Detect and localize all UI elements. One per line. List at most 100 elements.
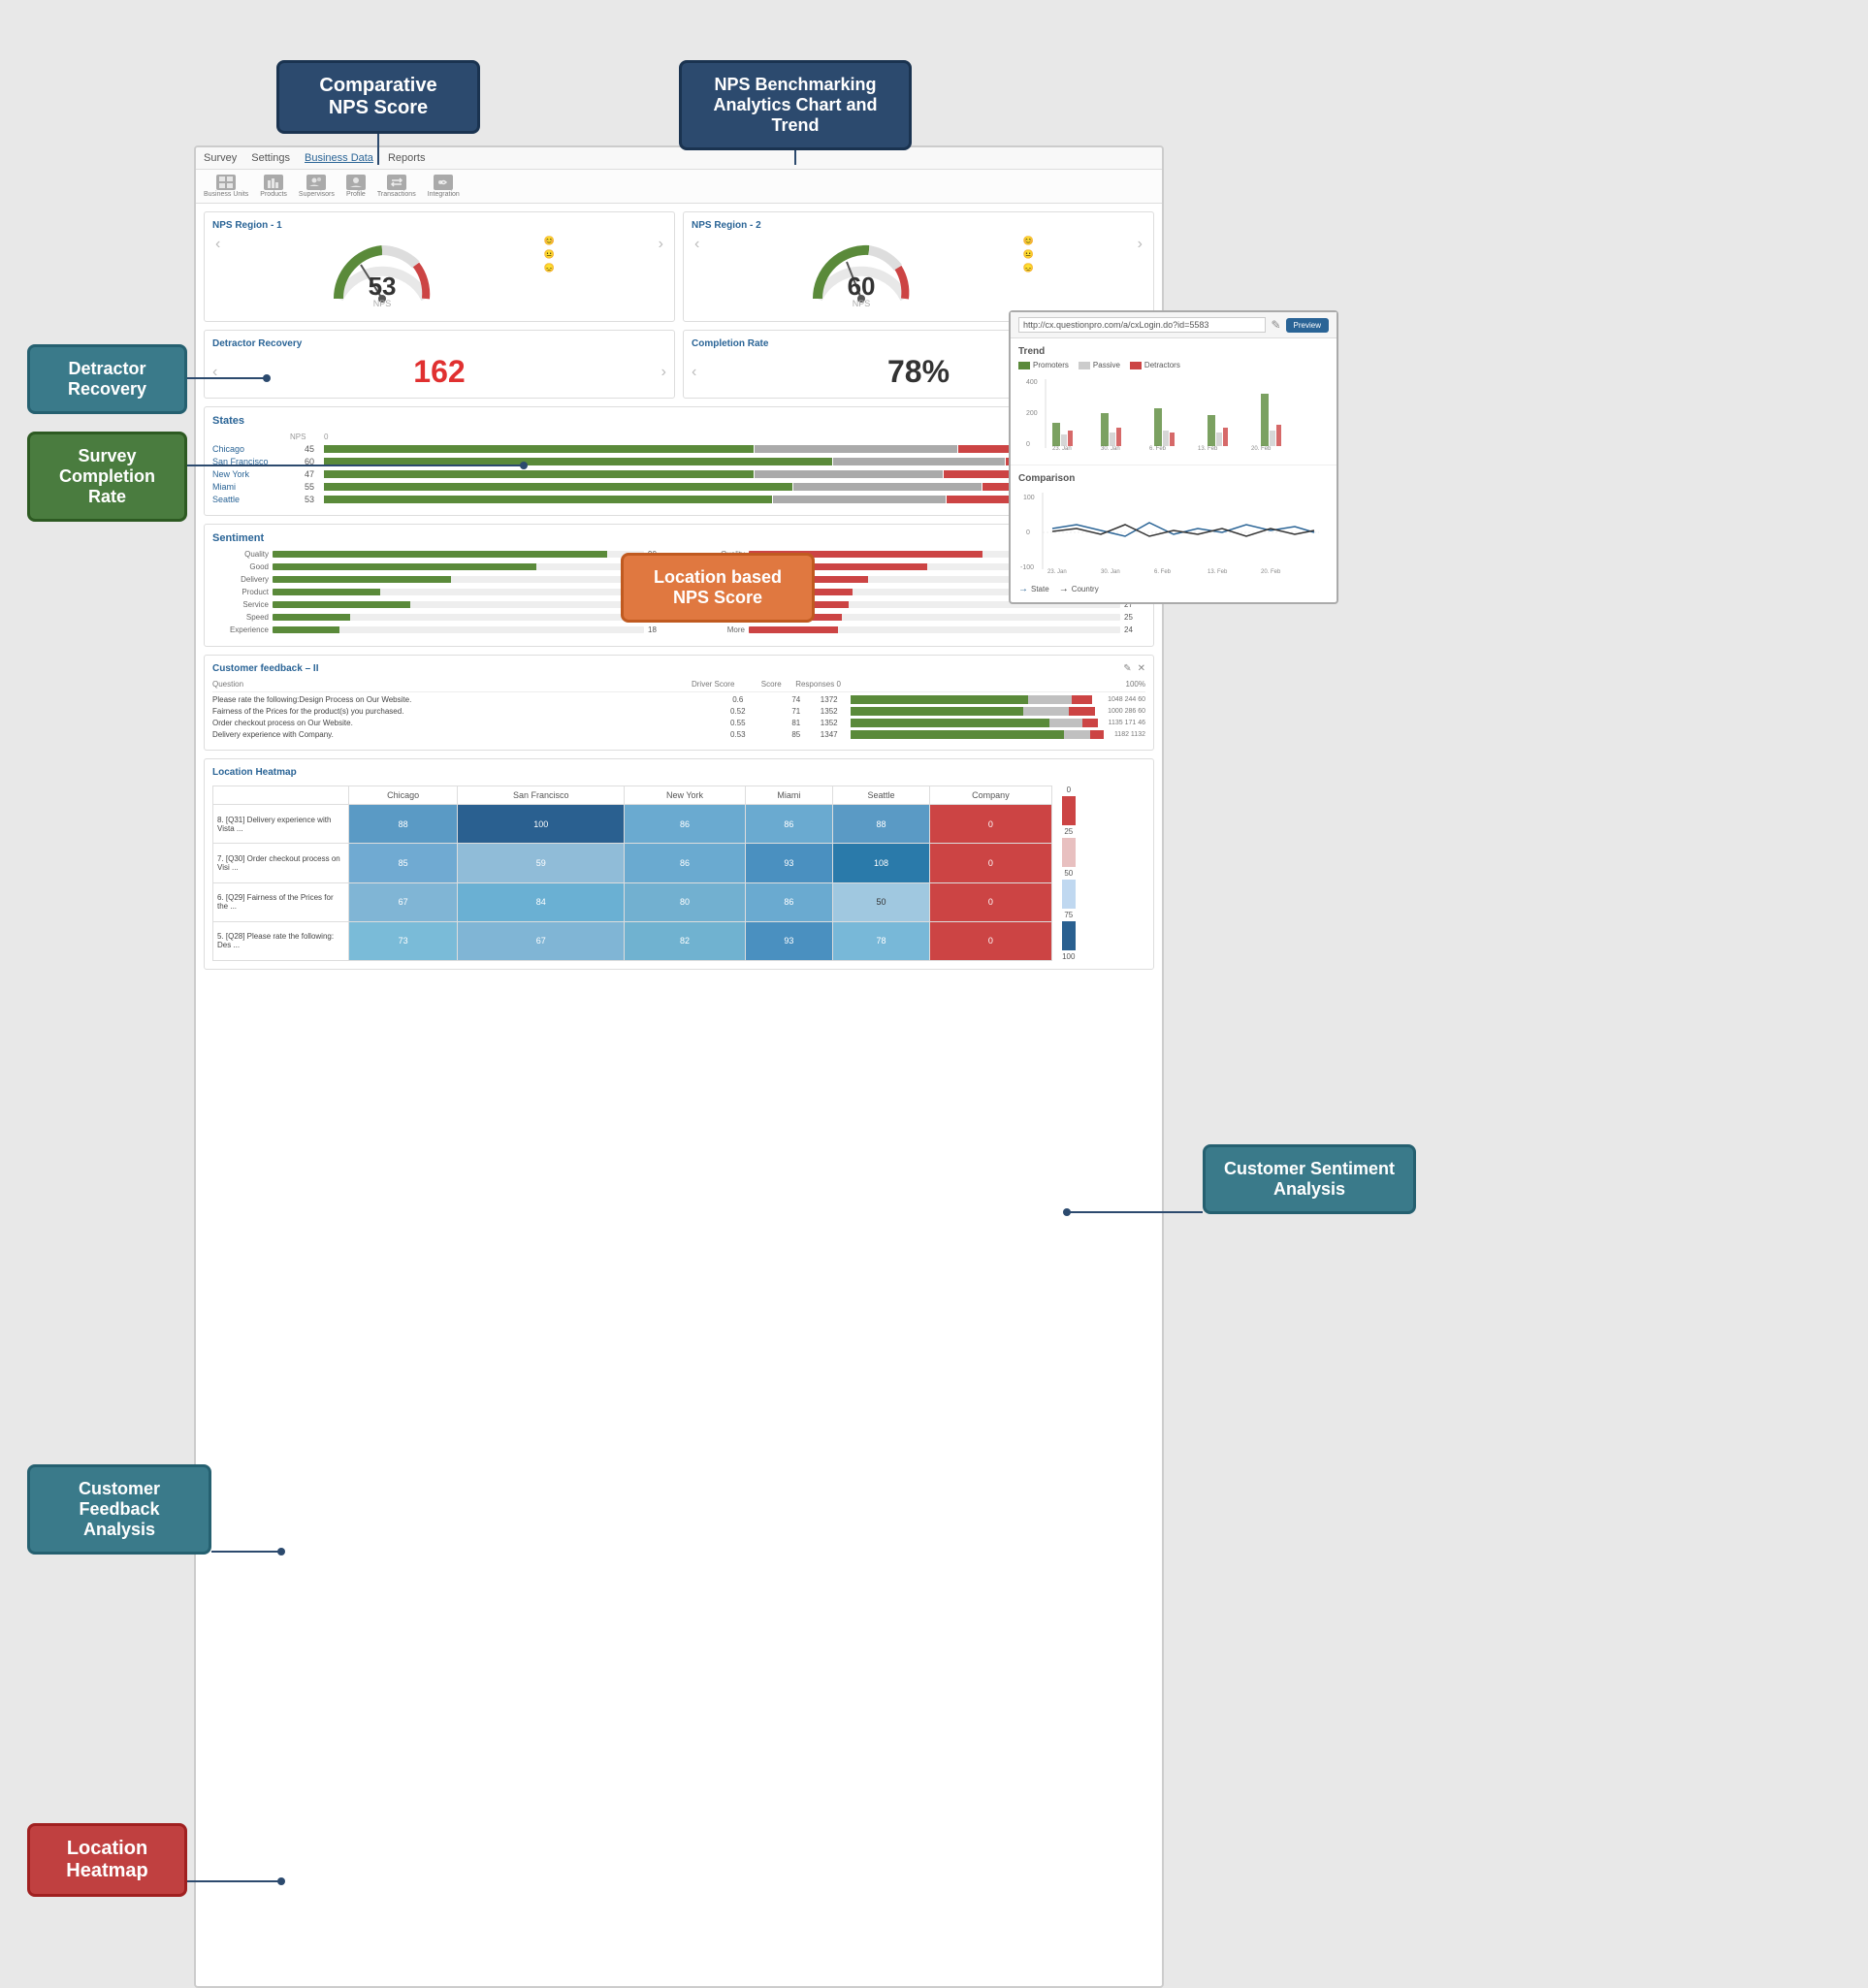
passive-color — [1079, 362, 1090, 369]
states-nps-header: NPS — [290, 433, 324, 441]
hm-r2-seattle: 108 — [833, 844, 930, 882]
nav-reports[interactable]: Reports — [388, 152, 426, 164]
fb-resp-num2: 1352 — [821, 707, 850, 716]
state-bars-chicago — [324, 445, 1107, 453]
grid-icon — [216, 175, 236, 190]
annotation-location-heatmap: Location Heatmap — [27, 1823, 187, 1897]
region-1-nav[interactable]: ‹ 53 NPS — [212, 236, 666, 313]
hm-label-3: 6. [Q29] Fairness of the Prices for the … — [213, 882, 349, 921]
annotation-customer-sentiment: Customer Sentiment Analysis — [1203, 1144, 1416, 1214]
svg-text:0: 0 — [1026, 441, 1030, 448]
rp-trend-title: Trend — [1018, 346, 1329, 357]
fb-sc3: 81 — [772, 719, 821, 727]
feedback-edit-icon[interactable]: ✎ — [1123, 663, 1131, 674]
ann-heatmap-label: Location Heatmap — [66, 1838, 147, 1881]
hm-r3-ny: 80 — [625, 882, 745, 921]
scale-light-red — [1062, 838, 1076, 867]
icon-label-transactions: Transactions — [377, 191, 416, 198]
region-1-prev[interactable]: ‹ — [215, 236, 220, 313]
rp-url-input[interactable] — [1018, 317, 1266, 333]
promoters-color — [1018, 362, 1030, 369]
region-1-value: 53 — [369, 273, 397, 299]
nav-business-data[interactable]: Business Data — [305, 152, 373, 164]
scale-label-0: 0 — [1067, 786, 1071, 794]
detractor-next-arrow[interactable]: › — [661, 364, 666, 381]
ann-feedback-label: Customer Feedback Analysis — [79, 1479, 160, 1539]
icon-business-units[interactable]: Business Units — [204, 175, 248, 198]
feedback-close-icon[interactable]: ✕ — [1138, 663, 1145, 674]
state-legend-label: State — [1031, 585, 1049, 593]
hm-r3-company: 0 — [930, 882, 1052, 921]
icon-profile[interactable]: Profile — [346, 175, 366, 198]
comp-legend-country: → Country — [1059, 584, 1099, 594]
hm-col-seattle: Seattle — [833, 786, 930, 805]
icon-bar: Business Units Products Supervisors Prof… — [196, 170, 1162, 204]
fb-ds2: 0.52 — [704, 707, 772, 716]
scale-label-100: 100 — [1062, 952, 1075, 961]
fb-row-4: Delivery experience with Company. 0.53 8… — [212, 730, 1145, 739]
svg-text:13. Feb: 13. Feb — [1208, 569, 1228, 575]
comp-legend-state: → State — [1018, 584, 1049, 594]
icon-transactions[interactable]: Transactions — [377, 175, 416, 198]
rp-trend-section: Trend Promoters Passive Detractors 400 — [1011, 338, 1337, 465]
fb-row-3: Order checkout process on Our Website. 0… — [212, 719, 1145, 727]
bar-chart-icon — [264, 175, 283, 190]
scale-label-50: 50 — [1064, 869, 1073, 878]
icon-label-business-units: Business Units — [204, 191, 248, 198]
hm-label-4: 5. [Q28] Please rate the following: Des … — [213, 921, 349, 960]
state-bars-sf — [324, 458, 1107, 465]
hm-r2-company: 0 — [930, 844, 1052, 882]
people-icon — [306, 175, 326, 190]
hm-r1-chicago: 88 — [349, 805, 458, 844]
rp-preview-button[interactable]: Preview — [1286, 318, 1329, 333]
sent-service-left: Service 37 — [212, 600, 669, 609]
hm-row-4: 5. [Q28] Please rate the following: Des … — [213, 921, 1052, 960]
svg-text:0: 0 — [1026, 529, 1030, 536]
hm-label-1: 8. [Q31] Delivery experience with Vista … — [213, 805, 349, 844]
hm-col-chicago: Chicago — [349, 786, 458, 805]
hm-r4-sf: 67 — [458, 921, 625, 960]
svg-text:20. Feb: 20. Feb — [1261, 569, 1281, 575]
annotation-nps-benchmarking: NPS Benchmarking Analytics Chart and Tre… — [679, 60, 912, 150]
hm-r2-chicago: 85 — [349, 844, 458, 882]
state-row-miami: Miami 55 142 50 24 — [212, 482, 1145, 492]
hm-r1-company: 0 — [930, 805, 1052, 844]
hm-r1-ny: 86 — [625, 805, 745, 844]
icon-integration[interactable]: Integration — [428, 175, 460, 198]
detractor-value-row: ‹ 162 › — [212, 354, 666, 390]
svg-text:100: 100 — [1023, 495, 1035, 501]
sent-lbl-service-l: Service — [212, 600, 269, 609]
region-2-next[interactable]: › — [1138, 236, 1143, 313]
state-arrow-icon: → — [1018, 584, 1028, 594]
rp-edit-icon[interactable]: ✎ — [1271, 318, 1280, 332]
sent-val-exp-l: 18 — [648, 625, 669, 634]
sent-lbl-more-r: More — [689, 625, 745, 634]
svg-text:6. Feb: 6. Feb — [1149, 446, 1167, 452]
fb-resp-num1: 1372 — [821, 695, 850, 704]
ann-comp-nps-label: Comparative NPS Score — [319, 75, 436, 118]
state-nps-ny: 47 — [295, 469, 324, 479]
rp-url-bar: ✎ Preview — [1011, 312, 1337, 338]
detractor-prev-arrow[interactable]: ‹ — [212, 364, 217, 381]
region-2-prev[interactable]: ‹ — [694, 236, 699, 313]
hm-r2-ny: 86 — [625, 844, 745, 882]
feedback-box: Customer feedback – II ✎ ✕ Question Driv… — [204, 655, 1154, 751]
states-header: NPS 0 100% — [212, 433, 1145, 441]
region-1-title: NPS Region - 1 — [212, 220, 666, 231]
svg-text:23. Jan: 23. Jan — [1052, 446, 1072, 452]
completion-prev-arrow[interactable]: ‹ — [692, 364, 696, 381]
fb-ds3: 0.55 — [704, 719, 772, 727]
region-1-next[interactable]: › — [659, 236, 663, 313]
icon-products[interactable]: Products — [260, 175, 287, 198]
transaction-icon — [387, 175, 406, 190]
hm-r3-sf: 84 — [458, 882, 625, 921]
icon-supervisors[interactable]: Supervisors — [299, 175, 335, 198]
region-2-nav[interactable]: ‹ 60 NPS — [692, 236, 1145, 313]
nav-survey[interactable]: Survey — [204, 152, 237, 164]
fb-row-2: Fairness of the Prices for the product(s… — [212, 707, 1145, 716]
annotation-customer-feedback: Customer Feedback Analysis — [27, 1464, 211, 1555]
hm-col-sf: San Francisco — [458, 786, 625, 805]
rp-legend-promoters: Promoters — [1018, 361, 1069, 369]
nav-settings[interactable]: Settings — [251, 152, 290, 164]
state-name-chicago: Chicago — [212, 444, 295, 454]
